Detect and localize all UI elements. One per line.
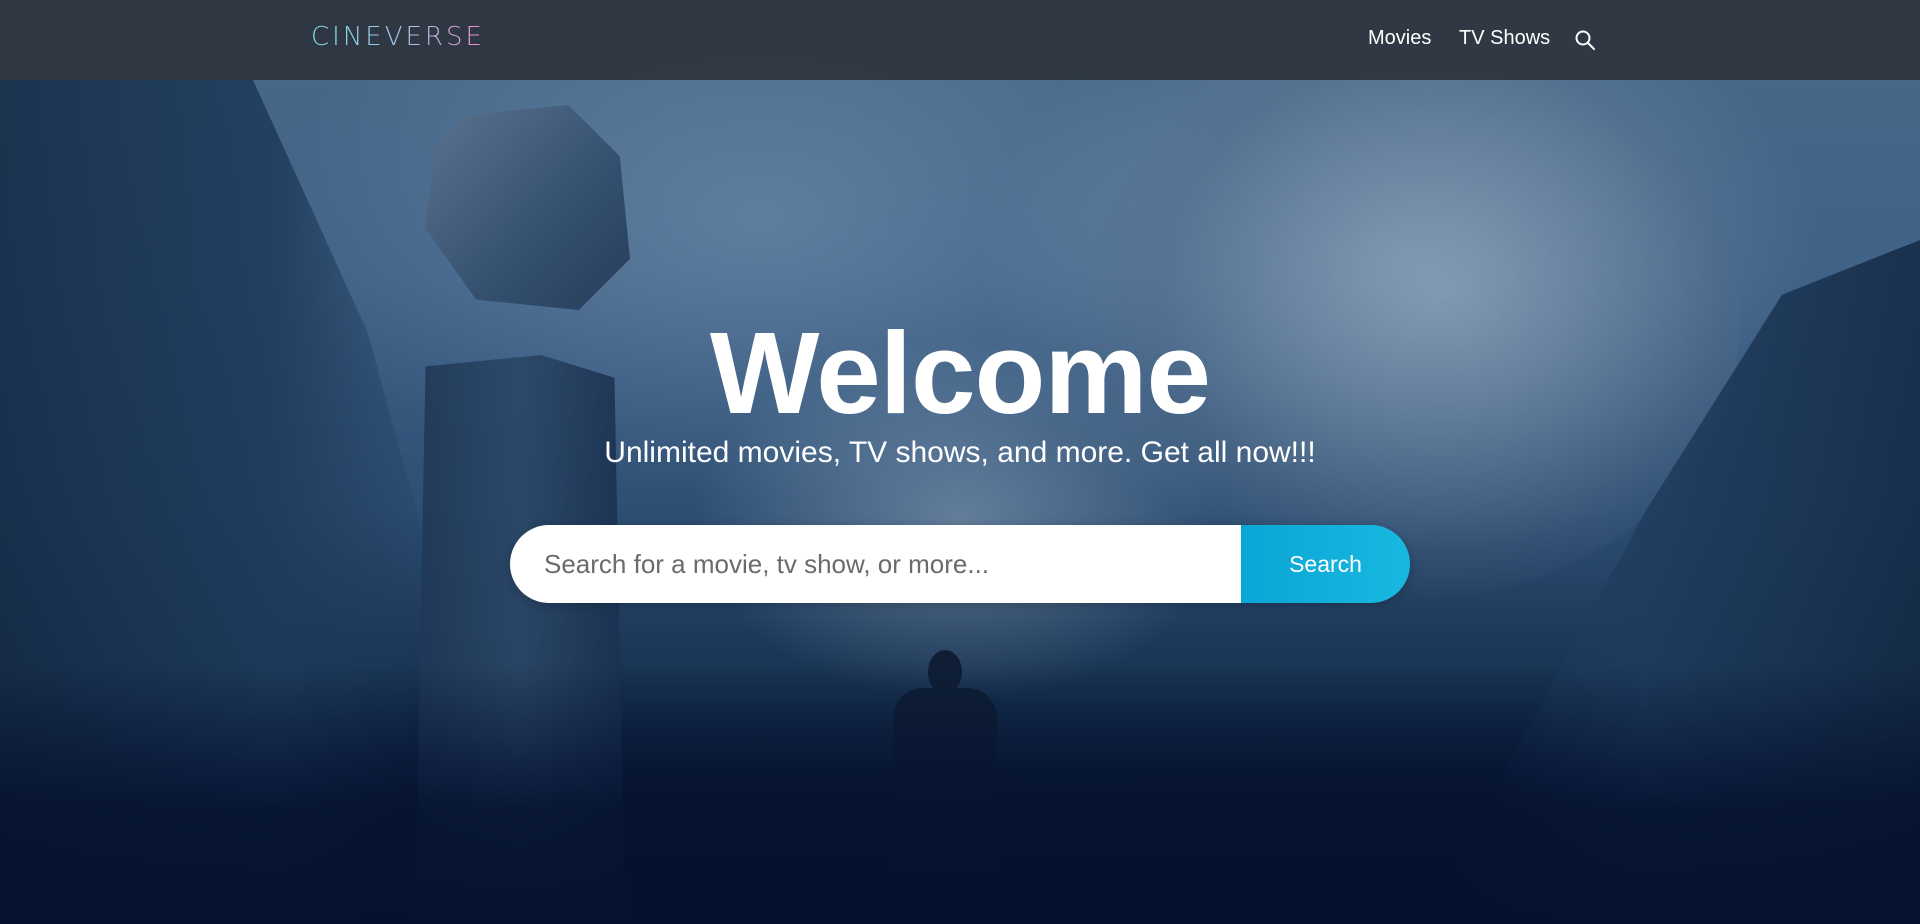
floating-rock-shape [425, 105, 630, 310]
hero-search-input[interactable] [510, 525, 1241, 603]
search-icon-svg [1575, 30, 1595, 50]
bottom-fade-overlay [0, 664, 1920, 924]
hero-title: Welcome [709, 308, 1211, 438]
hero-search-form: Search [510, 525, 1410, 603]
hero-tagline: Unlimited movies, TV shows, and more. Ge… [604, 436, 1316, 469]
hero-search-button[interactable]: Search [1241, 525, 1410, 603]
nav-link-movies[interactable]: Movies [1368, 27, 1431, 50]
nav-link-tv-shows[interactable]: TV Shows [1459, 27, 1550, 50]
search-icon[interactable] [1574, 29, 1596, 51]
page: CINEVERSE Movies TV Shows Welcome Unlimi… [0, 0, 1920, 924]
site-logo[interactable]: CINEVERSE [311, 22, 485, 52]
top-navbar: CINEVERSE Movies TV Shows [0, 0, 1920, 80]
